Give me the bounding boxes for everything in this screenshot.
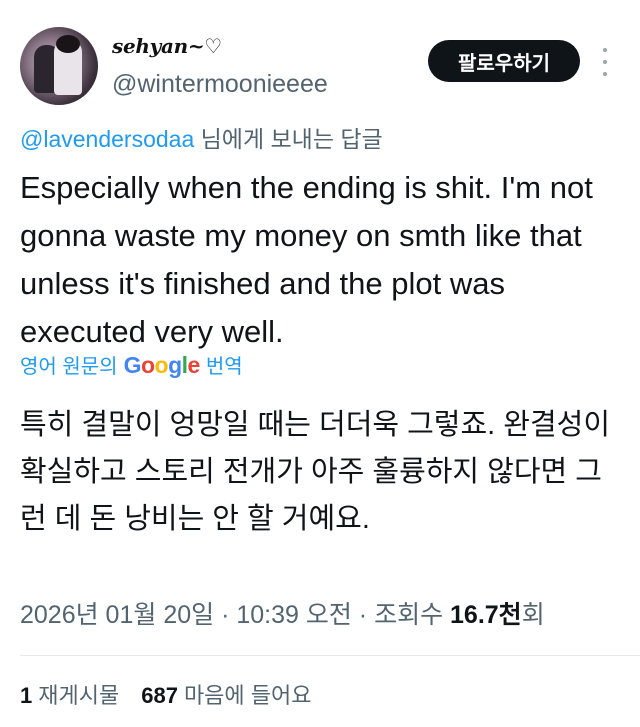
display-name[interactable]: sehyan~♡ (112, 34, 222, 58)
view-count: 16.7천 (450, 601, 522, 629)
reposts-stat[interactable]: 1 재게시물 (20, 683, 119, 708)
likes-count: 687 (141, 683, 178, 708)
google-logo: Google (123, 352, 201, 378)
reposts-count: 1 (20, 683, 33, 708)
more-vertical-icon[interactable] (598, 48, 612, 76)
reply-context: @lavendersodaa 님에게 보내는 답글 (20, 120, 383, 154)
reposts-label: 재게시물 (38, 683, 120, 708)
likes-stat[interactable]: 687 마음에 들어요 (141, 683, 311, 708)
tweet-datetime[interactable]: 2026년 01월 20일 · 10:39 오전 · 조회수 (20, 601, 450, 629)
divider (20, 655, 640, 656)
tweet-header: sehyan~♡ @wintermoonieeee 팔로우하기 (0, 0, 640, 110)
translated-text: 특히 결말이 엉망일 때는 더더욱 그렇죠. 완결성이 확실하고 스토리 전개가… (20, 409, 611, 535)
avatar-figure-hair (56, 35, 80, 53)
translation-prefix: 영어 원문의 (20, 356, 118, 378)
translation-suffix: 번역 (205, 356, 243, 378)
reply-mention-link[interactable]: @lavendersodaa (20, 126, 194, 152)
translation-attribution[interactable]: 영어 원문의 Google 번역 (20, 350, 243, 379)
follow-button[interactable]: 팔로우하기 (428, 40, 580, 82)
user-handle[interactable]: @wintermoonieeee (112, 70, 328, 99)
tweet-metadata: 2026년 01월 20일 · 10:39 오전 · 조회수 16.7천회 (20, 595, 545, 631)
view-count-suffix: 회 (521, 601, 545, 629)
tweet-text: Especially when the ending is shit. I'm … (20, 170, 593, 349)
engagement-stats: 1 재게시물 687 마음에 들어요 (20, 678, 312, 710)
avatar[interactable] (20, 27, 98, 105)
likes-label: 마음에 들어요 (183, 683, 312, 708)
reply-context-suffix: 님에게 보내는 답글 (194, 126, 383, 152)
